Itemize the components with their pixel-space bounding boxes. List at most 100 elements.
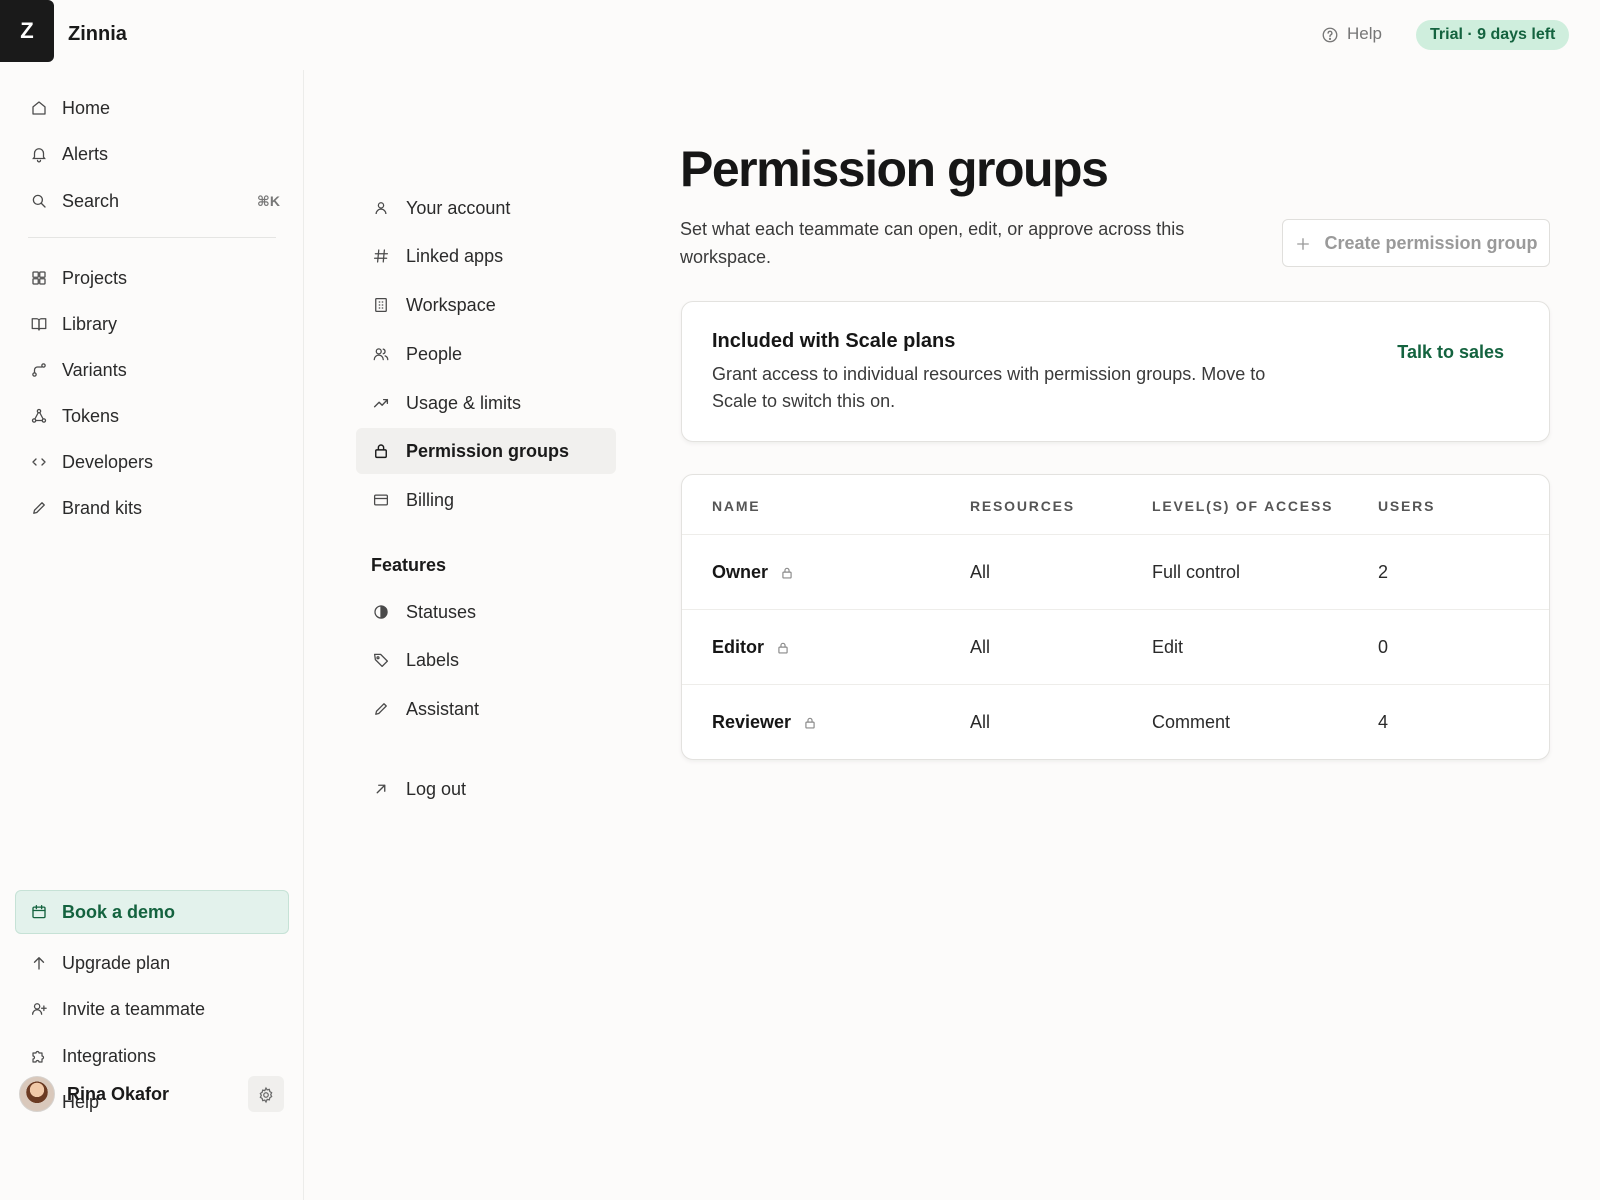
trend-icon xyxy=(372,394,390,412)
user-icon xyxy=(372,199,390,217)
sidebar-item-brand-kits[interactable]: Brand kits xyxy=(30,494,280,522)
column-header-resources[interactable]: RESOURCES xyxy=(970,498,1075,514)
pencil-icon xyxy=(30,499,48,517)
tokens-icon xyxy=(30,407,48,425)
settings-nav-labels[interactable]: Labels xyxy=(356,637,616,683)
arrow-up-right-icon xyxy=(372,780,390,798)
settings-nav-people[interactable]: People xyxy=(356,331,616,377)
settings-nav-your-account[interactable]: Your account xyxy=(356,185,616,231)
logout-label: Log out xyxy=(406,778,467,799)
pencil-icon xyxy=(372,700,390,718)
card-icon xyxy=(372,491,390,509)
sidebar-item-label: Alerts xyxy=(62,143,109,164)
column-header-users[interactable]: USERS xyxy=(1378,498,1435,514)
workspace-name: Zinnia xyxy=(68,23,127,45)
variants-icon xyxy=(30,361,48,379)
arrow-up-icon xyxy=(30,954,48,972)
sidebar-item-label: Library xyxy=(62,313,118,334)
group-name-cell: Owner xyxy=(712,562,798,583)
sidebar-item-alerts[interactable]: Alerts xyxy=(30,140,280,168)
resources-cell: All xyxy=(970,562,991,582)
sidebar-item-label: Search xyxy=(62,190,120,211)
settings-nav-label: Linked apps xyxy=(406,245,504,266)
user-profile[interactable]: Rina Okafor xyxy=(19,1076,284,1112)
sidebar-item-variants[interactable]: Variants xyxy=(30,356,280,384)
book-icon xyxy=(30,315,48,333)
sidebar-item-label: Tokens xyxy=(62,405,120,426)
grid-icon xyxy=(30,269,48,287)
user-settings-button[interactable] xyxy=(248,1076,284,1112)
sidebar-item-label: Upgrade plan xyxy=(62,952,171,973)
table-header: NAME RESOURCES LEVEL(S) OF ACCESS USERS xyxy=(682,475,1549,535)
users-cell: 4 xyxy=(1378,712,1389,732)
group-name: Editor xyxy=(712,637,764,657)
users-cell: 2 xyxy=(1378,562,1389,582)
create-permission-group-button[interactable]: Create permission group xyxy=(1282,219,1550,267)
app-logo[interactable]: Z xyxy=(0,0,54,62)
access-cell: Comment xyxy=(1152,712,1231,732)
settings-nav-workspace[interactable]: Workspace xyxy=(356,282,616,328)
help-circle-icon xyxy=(1321,26,1339,43)
sidebar-item-integrations[interactable]: Integrations xyxy=(30,1042,280,1070)
home-icon xyxy=(30,99,48,117)
help-link[interactable]: Help xyxy=(1321,24,1382,44)
sidebar-item-projects[interactable]: Projects xyxy=(30,264,280,292)
settings-nav-permission-groups[interactable]: Permission groups xyxy=(356,428,616,474)
resources-cell: All xyxy=(970,712,991,732)
settings-nav-usage-limits[interactable]: Usage & limits xyxy=(356,380,616,426)
sidebar-item-tokens[interactable]: Tokens xyxy=(30,402,280,430)
building-icon xyxy=(372,296,390,314)
access-cell: Full control xyxy=(1152,562,1241,582)
table-row[interactable]: Owner All Full control 2 xyxy=(682,535,1549,610)
lock-icon xyxy=(776,641,794,655)
sidebar-item-upgrade-plan[interactable]: Upgrade plan xyxy=(30,949,280,977)
logout-button[interactable]: Log out xyxy=(356,766,616,812)
sidebar-divider xyxy=(28,237,276,238)
page-title: Permission groups xyxy=(680,141,1109,197)
access-cell: Edit xyxy=(1152,637,1184,657)
help-label: Help xyxy=(1347,24,1382,43)
talk-to-sales-link[interactable]: Talk to sales xyxy=(1397,342,1504,363)
avatar[interactable] xyxy=(19,1076,55,1112)
group-name: Reviewer xyxy=(712,712,792,732)
people-icon xyxy=(372,345,390,363)
code-icon xyxy=(30,453,48,471)
settings-nav-statuses[interactable]: Statuses xyxy=(356,589,616,635)
table-row[interactable]: Editor All Edit 0 xyxy=(682,610,1549,685)
page-description: Set what each teammate can open, edit, o… xyxy=(680,219,1185,267)
sidebar-item-library[interactable]: Library xyxy=(30,310,280,338)
settings-nav-label: Assistant xyxy=(406,698,480,719)
upsell-card: Included with Scale plans Grant access t… xyxy=(681,301,1550,442)
settings-nav-label: Permission groups xyxy=(406,440,570,461)
search-icon xyxy=(30,192,48,210)
column-header-access[interactable]: LEVEL(S) OF ACCESS xyxy=(1152,498,1333,514)
lock-icon xyxy=(372,442,390,460)
settings-nav-linked-apps[interactable]: Linked apps xyxy=(356,233,616,279)
user-name: Rina Okafor xyxy=(67,1083,170,1104)
sidebar-item-label: Invite a teammate xyxy=(62,998,206,1019)
create-button-label: Create permission group xyxy=(1324,232,1538,253)
resources-cell: All xyxy=(970,637,991,657)
hash-icon xyxy=(372,247,390,265)
sidebar-item-developers[interactable]: Developers xyxy=(30,448,280,476)
table-row[interactable]: Reviewer All Comment 4 xyxy=(682,685,1549,759)
settings-nav-billing[interactable]: Billing xyxy=(356,477,616,523)
sidebar-item-invite-teammate[interactable]: Invite a teammate xyxy=(30,995,280,1023)
settings-nav-label: Labels xyxy=(406,649,460,670)
book-demo-button[interactable]: Book a demo xyxy=(15,890,289,934)
settings-nav-label: Statuses xyxy=(406,601,477,622)
lock-icon xyxy=(780,566,798,580)
sidebar-item-search[interactable]: Search ⌘K xyxy=(30,187,280,215)
column-header-name[interactable]: NAME xyxy=(712,498,760,514)
sidebar-item-home[interactable]: Home xyxy=(30,94,280,122)
sidebar-item-label: Integrations xyxy=(62,1045,157,1066)
half-circle-icon xyxy=(372,603,390,621)
trial-badge[interactable]: Trial · 9 days left xyxy=(1416,20,1570,50)
sidebar-item-label: Brand kits xyxy=(62,497,143,518)
upsell-body: Grant access to individual resources wit… xyxy=(712,364,1266,411)
lock-icon xyxy=(803,716,821,730)
settings-nav-label: People xyxy=(406,343,463,364)
sidebar-item-label: Home xyxy=(62,97,111,118)
settings-nav-assistant[interactable]: Assistant xyxy=(356,686,616,732)
upsell-title: Included with Scale plans xyxy=(712,330,956,352)
